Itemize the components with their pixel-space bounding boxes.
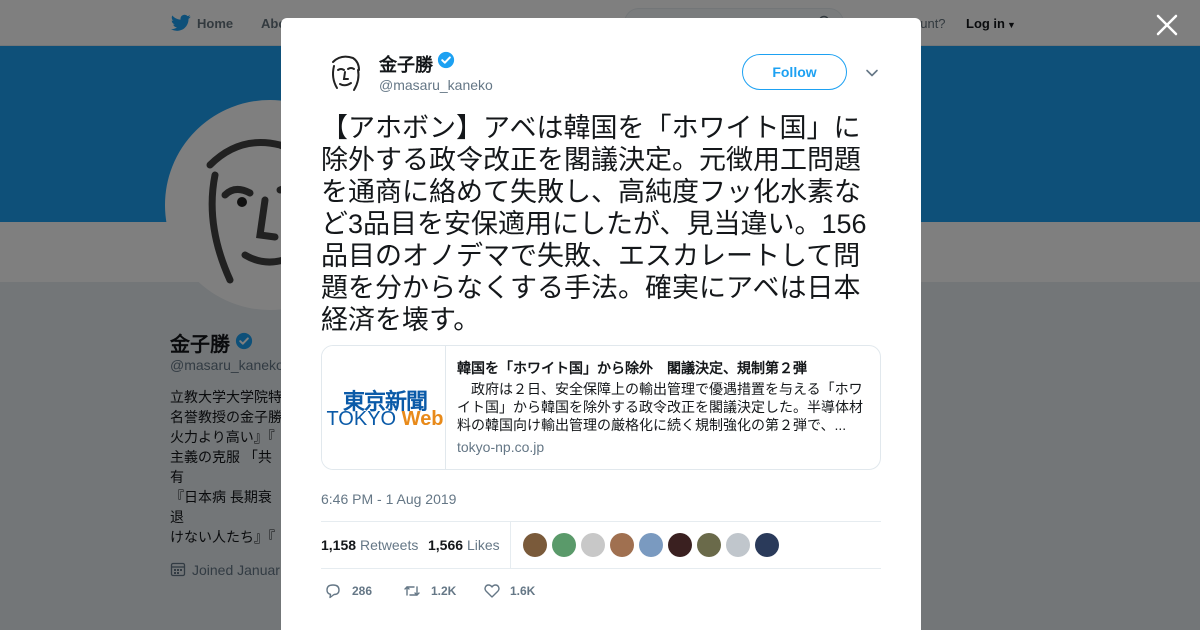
publisher-logo-en: TOKYO Web	[326, 408, 444, 431]
stats-divider	[510, 522, 511, 568]
retweet-action-count[interactable]: 1.2K	[431, 584, 456, 598]
tweet-stats: 1,158 Retweets 1,566 Likes	[321, 521, 881, 569]
heart-icon[interactable]	[483, 582, 501, 600]
tweet-modal: 金子勝 @masaru_kaneko Follow 【アホボン】アベは韓国を「ホ…	[281, 18, 921, 630]
liker-avatar[interactable]	[552, 533, 576, 557]
card-thumbnail: 東京新聞 TOKYO Web	[322, 346, 446, 469]
retweet-icon[interactable]	[403, 582, 421, 600]
tweet-timestamp[interactable]: 6:46 PM - 1 Aug 2019	[321, 491, 456, 507]
liker-avatar[interactable]	[610, 533, 634, 557]
link-preview-card[interactable]: 東京新聞 TOKYO Web 韓国を「ホワイト国」から除外 閣議決定、規制第２弾…	[321, 345, 881, 470]
tweet-actions: 286 1.2K 1.6K	[321, 580, 881, 602]
verified-badge-icon	[437, 51, 455, 69]
retweets-count[interactable]: 1,158	[321, 537, 356, 553]
liker-avatar[interactable]	[523, 533, 547, 557]
liker-avatar[interactable]	[726, 533, 750, 557]
retweets-label[interactable]: Retweets	[360, 537, 418, 553]
likes-count[interactable]: 1,566	[428, 537, 463, 553]
author-name[interactable]: 金子勝	[379, 51, 433, 77]
card-description: 政府は２日、安全保障上の輸出管理で優遇措置を与える「ホワイト国」から韓国を除外す…	[457, 381, 863, 433]
author-avatar[interactable]	[321, 48, 369, 96]
publisher-logo-en-tokyo: TOKYO	[326, 408, 397, 430]
chevron-down-icon[interactable]	[865, 66, 879, 80]
card-domain: tokyo-np.co.jp	[457, 439, 545, 455]
likes-label[interactable]: Likes	[467, 537, 500, 553]
liker-avatar[interactable]	[581, 533, 605, 557]
follow-button[interactable]: Follow	[742, 54, 847, 90]
tweet-text: 【アホボン】アベは韓国を「ホワイト国」に除外する政令改正を閣議決定。元徴用工問題…	[321, 113, 867, 335]
reply-count[interactable]: 286	[352, 584, 372, 598]
liker-avatar[interactable]	[668, 533, 692, 557]
publisher-logo-en-web: Web	[401, 408, 444, 430]
liker-avatar[interactable]	[697, 533, 721, 557]
card-title: 韓国を「ホワイト国」から除外 閣議決定、規制第２弾	[457, 360, 807, 376]
like-action-count[interactable]: 1.6K	[510, 584, 535, 598]
liker-avatar[interactable]	[639, 533, 663, 557]
reply-icon[interactable]	[324, 582, 342, 600]
avatar-sketch-icon	[332, 55, 360, 91]
close-icon[interactable]	[1154, 12, 1180, 38]
liker-avatar[interactable]	[755, 533, 779, 557]
author-handle[interactable]: @masaru_kaneko	[379, 77, 493, 93]
